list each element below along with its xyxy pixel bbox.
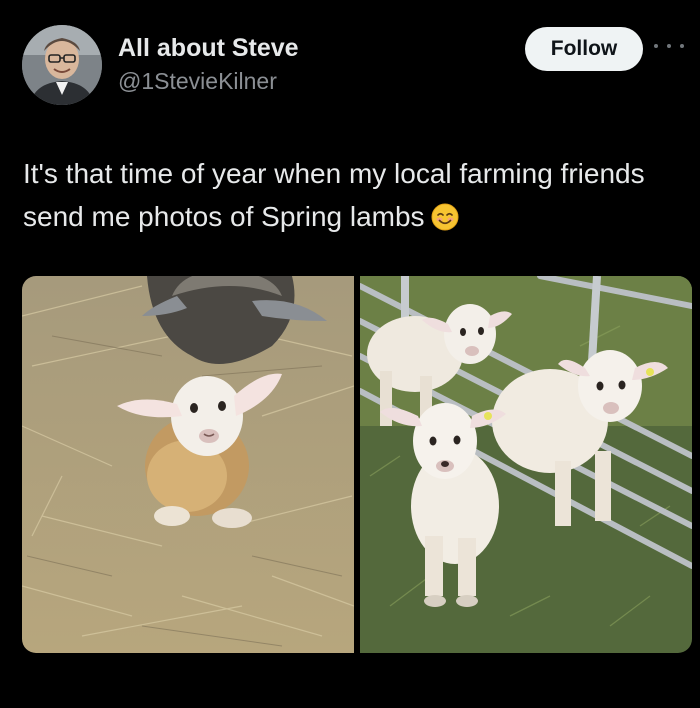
more-options-icon[interactable]	[654, 36, 684, 56]
avatar[interactable]	[22, 25, 102, 105]
smiling-face-emoji-icon	[431, 200, 459, 231]
lamb-on-straw-image-icon	[22, 276, 354, 653]
media-grid[interactable]	[22, 276, 692, 653]
follow-button[interactable]: Follow	[525, 27, 643, 71]
display-name[interactable]: All about Steve	[118, 34, 299, 63]
user-handle[interactable]: @1StevieKilner	[118, 68, 277, 95]
post-text-content: It's that time of year when my local far…	[23, 158, 645, 232]
post-text: It's that time of year when my local far…	[23, 152, 663, 238]
photo-lamb-on-straw[interactable]	[22, 276, 354, 653]
three-lambs-image-icon	[360, 276, 692, 653]
profile-photo-icon	[22, 25, 102, 105]
photo-three-lambs-on-grass[interactable]	[360, 276, 692, 653]
